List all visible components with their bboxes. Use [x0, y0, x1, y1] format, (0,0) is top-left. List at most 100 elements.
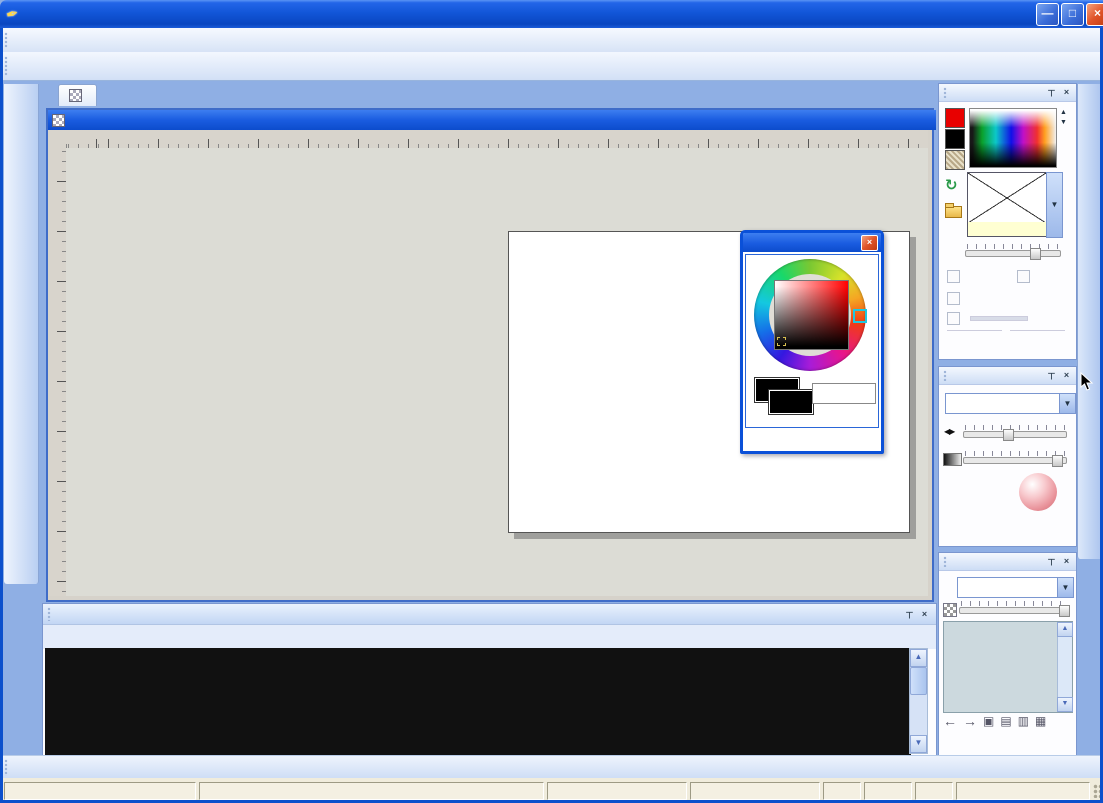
num-lock-indicator — [864, 782, 912, 800]
transparent-checkbox[interactable] — [947, 292, 960, 305]
pin-icon[interactable]: ⊥ — [903, 608, 916, 621]
open-texture-icon[interactable] — [945, 206, 962, 218]
bevel-panel: ⊥ × ▼ ◀▶ — [938, 366, 1077, 547]
spin-down-icon[interactable]: ▼ — [1060, 118, 1067, 128]
next-object-icon[interactable]: → — [963, 713, 977, 729]
layers-list[interactable]: ▲ ▼ — [943, 621, 1073, 713]
close-icon[interactable]: × — [918, 608, 931, 621]
bevel-preset-select[interactable]: ▼ — [945, 393, 1076, 414]
layer-opacity-slider[interactable] — [959, 601, 1067, 615]
texture-swatch[interactable] — [945, 150, 965, 170]
screen-checkbox[interactable] — [947, 270, 960, 283]
minimize-button[interactable]: — — [1036, 3, 1059, 26]
light-direction-sphere[interactable] — [1019, 473, 1057, 511]
styles-scrollbar[interactable]: ▲ ▼ — [909, 648, 928, 754]
document-tab[interactable] — [58, 84, 97, 106]
bevel-width-slider[interactable] — [963, 425, 1067, 439]
document-icon — [52, 114, 65, 127]
maximize-button[interactable]: □ — [1061, 3, 1084, 26]
layer-opacity-icon — [943, 603, 957, 617]
document-title-bar[interactable] — [48, 110, 936, 130]
current-color-swatch[interactable] — [768, 389, 814, 415]
status-hint — [199, 782, 544, 800]
menu-bar — [0, 28, 1103, 53]
spin-up-icon[interactable]: ▲ — [1060, 108, 1067, 118]
scrollbar-thumb[interactable] — [910, 667, 927, 695]
chevron-down-icon[interactable]: ▼ — [1059, 394, 1075, 413]
bevel-depth-slider[interactable] — [963, 451, 1067, 465]
color-panel: ⊥ × ▲▼ ↻ ▼ — [938, 83, 1077, 360]
drag-grip[interactable] — [943, 556, 948, 567]
fb-checkbox-row — [1017, 270, 1035, 283]
raise-object-icon[interactable]: ▣ — [983, 714, 994, 728]
color-panel-header[interactable]: ⊥ × — [939, 84, 1076, 102]
rgb-value-field[interactable] — [812, 383, 876, 404]
hue-wheel[interactable] — [754, 259, 866, 371]
sv-marker[interactable] — [777, 337, 786, 346]
bevel-panel-tabs — [939, 544, 1082, 546]
texture-preview[interactable] — [967, 172, 1047, 224]
pin-icon[interactable]: ⊥ — [1045, 369, 1058, 382]
to-front-icon[interactable]: ▥ — [1018, 714, 1029, 728]
threed-slider — [970, 316, 1028, 321]
opacity-slider[interactable] — [965, 244, 1061, 258]
bottom-toolbar — [0, 755, 1103, 779]
scroll-up-icon[interactable]: ▲ — [910, 649, 927, 667]
dialog-body — [745, 254, 879, 428]
horizontal-ruler — [66, 130, 928, 149]
texture-grid — [45, 648, 911, 756]
layers-scrollbar[interactable]: ▲ ▼ — [1057, 622, 1072, 712]
close-icon[interactable]: × — [1060, 86, 1073, 99]
drag-grip[interactable] — [4, 759, 9, 775]
fb-checkbox[interactable] — [1017, 270, 1030, 283]
pin-icon[interactable]: ⊥ — [1045, 555, 1058, 568]
secondary-color-swatch[interactable] — [945, 129, 965, 149]
scroll-down-icon[interactable]: ▼ — [910, 735, 927, 753]
styles-tabs — [43, 625, 936, 649]
spectrum-spinner[interactable]: ▲▼ — [1060, 108, 1067, 128]
close-button[interactable]: × — [861, 235, 878, 251]
close-button[interactable]: × — [1086, 3, 1103, 26]
main-toolbar — [0, 52, 1103, 81]
layers-panel-header[interactable]: ⊥ × — [939, 553, 1076, 571]
dialog-title-bar[interactable]: × — [743, 233, 881, 252]
saturation-value-square[interactable] — [774, 280, 849, 350]
cursor-coordinates — [547, 782, 687, 800]
color-spectrum[interactable] — [969, 108, 1057, 168]
scroll-up-icon[interactable]: ▲ — [1057, 622, 1073, 637]
chevron-down-icon[interactable]: ▼ — [1057, 578, 1073, 597]
foreground-color-swatch[interactable] — [945, 108, 965, 128]
drag-grip[interactable] — [4, 56, 9, 76]
lower-object-icon[interactable]: ▤ — [1000, 714, 1011, 728]
window-frame — [0, 28, 3, 803]
styles-panel: ⊥ × ▲ ▼ — [42, 603, 937, 757]
ruler-corner — [48, 130, 67, 149]
title-bar: ✒ — □ × — [0, 0, 1103, 28]
layers-panel: ⊥ × ▼ ▲ ▼ ← → ▣ ▤ ▥ ▦ — [938, 552, 1077, 757]
drag-grip[interactable] — [943, 87, 948, 98]
drag-grip[interactable] — [47, 607, 52, 621]
scroll-down-icon[interactable]: ▼ — [1057, 697, 1073, 712]
transparent-checkbox-row — [947, 292, 965, 305]
close-icon[interactable]: × — [1060, 555, 1073, 568]
prev-object-icon[interactable]: ← — [943, 713, 957, 729]
app-icon: ✒ — [4, 4, 21, 25]
texture-dropdown-button[interactable]: ▼ — [1046, 172, 1063, 238]
application-window: ✒ — □ × — [0, 0, 1103, 803]
mouse-cursor — [1080, 372, 1094, 397]
threed-checkbox-row — [947, 312, 1028, 325]
pin-icon[interactable]: ⊥ — [1045, 86, 1058, 99]
threed-checkbox[interactable] — [947, 312, 960, 325]
bevel-panel-header[interactable]: ⊥ × — [939, 367, 1076, 385]
hue-marker[interactable] — [853, 309, 867, 323]
to-back-icon[interactable]: ▦ — [1035, 714, 1046, 728]
color-wheel-dialog: × — [740, 230, 884, 454]
npr-group-label — [947, 330, 1065, 335]
styles-panel-header[interactable]: ⊥ × — [43, 604, 936, 625]
blend-mode-select[interactable]: ▼ — [957, 577, 1074, 598]
close-icon[interactable]: × — [1060, 369, 1073, 382]
drag-grip[interactable] — [4, 32, 9, 49]
refresh-icon[interactable]: ↻ — [945, 176, 958, 194]
document-icon — [69, 89, 82, 102]
drag-grip[interactable] — [943, 370, 948, 381]
